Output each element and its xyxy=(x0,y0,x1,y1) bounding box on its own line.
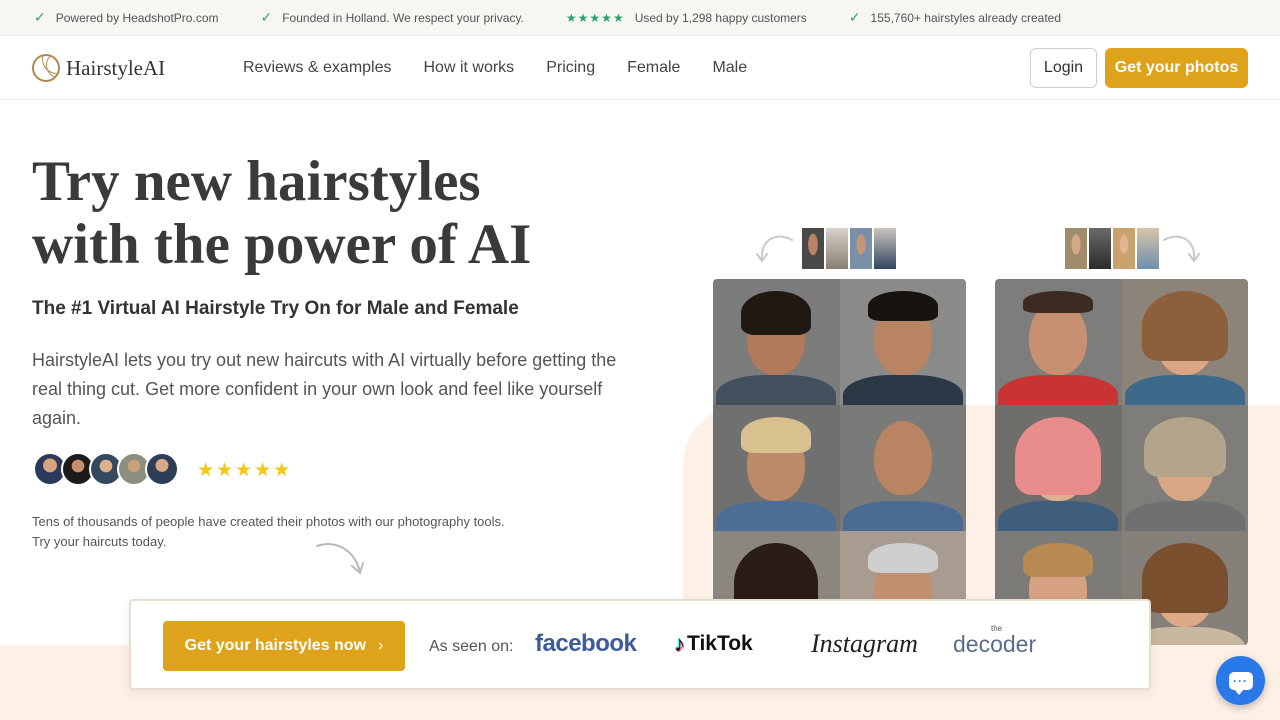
tiktok-icon: ♪ xyxy=(674,631,685,656)
nav-links: Reviews & examples How it works Pricing … xyxy=(243,59,779,77)
tiktok-wordmark: TikTok xyxy=(687,632,753,655)
trust-text: Powered by HeadshotPro.com xyxy=(55,10,219,25)
example-photo xyxy=(839,405,966,531)
curved-arrow-icon xyxy=(756,235,793,263)
avatar xyxy=(145,452,179,486)
trust-item-privacy: ✓ Founded in Holland. We respect your pr… xyxy=(260,9,523,26)
chevron-right-icon: › xyxy=(378,637,384,654)
thumbnail xyxy=(873,227,897,270)
brand-name: HairstyleAI xyxy=(66,55,166,80)
hero-title: Try new hairstyles with the power of AI xyxy=(32,150,592,276)
check-icon: ✓ xyxy=(34,9,46,25)
curved-arrow-icon xyxy=(1163,235,1200,263)
get-hairstyles-button[interactable]: Get your hairstyles now › xyxy=(163,621,405,671)
source-photos-female xyxy=(1064,227,1160,270)
rating-stars-icon: ★★★★★ xyxy=(565,10,625,25)
source-photos-male xyxy=(801,227,897,270)
female-hairstyle-examples xyxy=(995,279,1248,645)
example-photo xyxy=(839,279,966,405)
example-photo xyxy=(1121,279,1248,405)
thumbnail xyxy=(825,227,849,270)
male-hairstyle-examples xyxy=(713,279,966,645)
hero-title-line1: Try new hairstyles xyxy=(32,150,481,213)
decoder-wordmark: decoder xyxy=(953,631,1037,657)
main-nav: HairstyleAI Reviews & examples How it wo… xyxy=(0,36,1280,100)
customer-avatars xyxy=(33,452,179,486)
cta-card: Get your hairstyles now › As seen on: fa… xyxy=(129,599,1151,690)
thumbnail xyxy=(1088,227,1112,270)
hero-title-line2: with the power of AI xyxy=(32,213,532,276)
check-icon: ✓ xyxy=(260,9,273,25)
nav-link-female[interactable]: Female xyxy=(627,59,680,77)
nav-link-reviews[interactable]: Reviews & examples xyxy=(243,59,392,77)
chat-icon: ··· xyxy=(1228,671,1253,695)
hairstyleai-logo-icon xyxy=(32,54,60,82)
tiktok-logo: ♪ TikTok xyxy=(674,631,753,657)
facebook-logo: facebook xyxy=(535,630,637,657)
example-photo xyxy=(995,279,1122,405)
trust-item-created: ✓ 155,760+ hairstyles already created xyxy=(849,9,1061,26)
trust-bar: ✓ Powered by HeadshotPro.com ✓ Founded i… xyxy=(0,0,1280,36)
login-button[interactable]: Login xyxy=(1030,48,1097,88)
trust-text: Founded in Holland. We respect your priv… xyxy=(282,10,524,25)
example-photo xyxy=(713,279,840,405)
chat-launcher-button[interactable]: ··· xyxy=(1216,656,1265,705)
thumbnail xyxy=(849,227,873,270)
instagram-logo: Instagram xyxy=(811,629,918,658)
rating-stars-icon: ★★★★★ xyxy=(197,460,293,481)
hero-subtitle: The #1 Virtual AI Hairstyle Try On for M… xyxy=(32,298,519,319)
trust-text: 155,760+ hairstyles already created xyxy=(870,10,1061,25)
thumbnail xyxy=(1064,227,1088,270)
example-photo xyxy=(1121,405,1248,531)
example-photo xyxy=(713,405,840,531)
as-seen-label: As seen on: xyxy=(429,638,514,655)
trust-item-powered: ✓ Powered by HeadshotPro.com xyxy=(34,9,218,26)
nav-link-pricing[interactable]: Pricing xyxy=(546,59,595,77)
trust-item-customers: ★★★★★ Used by 1,298 happy customers xyxy=(566,11,807,25)
thumbnail xyxy=(1112,227,1136,270)
thumbnail xyxy=(801,227,825,270)
nav-link-how-it-works[interactable]: How it works xyxy=(424,59,515,77)
brand-logo[interactable]: HairstyleAI xyxy=(32,54,165,82)
check-icon: ✓ xyxy=(848,9,861,25)
trust-text: Used by 1,298 happy customers xyxy=(634,10,807,25)
decoder-prefix: the xyxy=(991,624,1003,633)
get-photos-button[interactable]: Get your photos xyxy=(1105,48,1248,88)
cta-label: Get your hairstyles now xyxy=(184,637,367,654)
nav-link-male[interactable]: Male xyxy=(712,59,747,77)
thumbnail xyxy=(1136,227,1160,270)
example-photo xyxy=(995,405,1122,531)
decoder-logo: the decoder xyxy=(953,624,1037,658)
curved-arrow-icon xyxy=(316,543,364,575)
social-proof-text: Tens of thousands of people have created… xyxy=(32,514,505,549)
hero-description: HairstyleAI lets you try out new haircut… xyxy=(32,350,617,428)
